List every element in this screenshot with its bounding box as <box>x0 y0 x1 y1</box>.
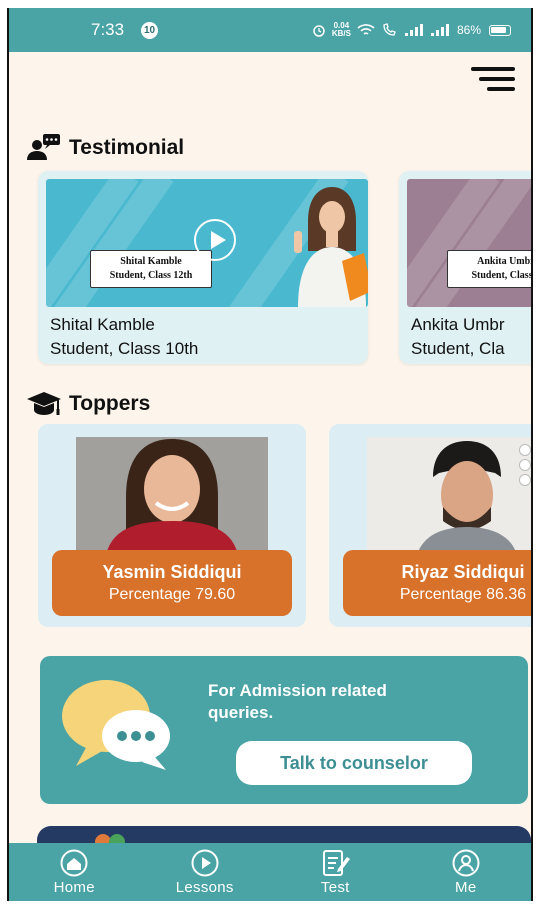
student-name: Shital Kamble <box>50 315 155 334</box>
nav-test[interactable]: Test <box>270 843 401 901</box>
battery-percent: 86% <box>456 23 481 37</box>
menu-icon-line <box>487 87 515 91</box>
video-thumbnail[interactable]: Ankita Umbre Student, Class 11 <box>407 179 533 307</box>
battery-icon <box>489 24 511 36</box>
nav-home[interactable]: Home <box>9 843 140 901</box>
topper-photo <box>76 437 268 555</box>
app-screen: 7:33 10 0.04 KB/S 86% Testimonial Shital… <box>7 8 533 901</box>
testimonial-card[interactable]: Ankita Umbre Student, Class 11 Ankita Um… <box>399 171 533 364</box>
menu-icon-line <box>479 77 515 81</box>
topper-card[interactable]: Yasmin Siddiqui Percentage 79.60 <box>38 424 306 627</box>
counselor-banner: For Admission related queries. Talk to c… <box>40 656 528 804</box>
testimonial-caption: Ankita Umbr Student, Cla <box>411 313 505 361</box>
network-speed-unit: KB/S <box>331 29 351 38</box>
carousel-dot[interactable] <box>519 444 531 456</box>
student-photo <box>294 187 368 307</box>
volte-call-icon <box>383 23 396 36</box>
nav-lessons[interactable]: Lessons <box>140 843 271 901</box>
graduation-cap-icon <box>27 392 61 415</box>
carousel-dot[interactable] <box>519 474 531 486</box>
topper-label: Yasmin Siddiqui Percentage 79.60 <box>52 550 292 616</box>
topper-percentage: Percentage 79.60 <box>108 586 236 603</box>
chat-bubbles-icon <box>62 680 170 770</box>
student-class: Student, Class 10th <box>50 339 199 358</box>
testimonial-caption: Shital Kamble Student, Class 10th <box>50 313 198 361</box>
name-plate: Ankita Umbre Student, Class 11 <box>447 250 533 288</box>
plate-name: Ankita Umbre <box>477 256 533 267</box>
plate-class: Student, Class 12th <box>109 270 193 281</box>
counselor-message: For Admission related queries. <box>208 680 468 724</box>
notification-badge: 10 <box>141 22 158 39</box>
menu-icon-line <box>471 67 515 71</box>
counselor-line-2: queries. <box>208 703 274 722</box>
alarm-icon <box>313 25 325 37</box>
plate-name: Shital Kamble <box>120 256 182 267</box>
carousel-dots <box>519 444 531 489</box>
talk-to-counselor-button[interactable]: Talk to counselor <box>236 741 472 785</box>
topper-name: Riyaz Siddiqui <box>401 562 525 582</box>
wifi-icon <box>357 24 375 35</box>
nav-lessons-label: Lessons <box>175 879 234 896</box>
student-name: Ankita Umbr <box>411 315 505 334</box>
status-bar: 7:33 10 0.04 KB/S 86% <box>9 8 531 52</box>
play-circle-icon <box>191 849 219 877</box>
counselor-line-1: For Admission related <box>208 681 387 700</box>
nav-me-label: Me <box>455 879 477 896</box>
signal-icon-sim2 <box>430 24 449 36</box>
signal-icon-sim1 <box>404 24 423 36</box>
testimonial-title: Testimonial <box>69 136 185 159</box>
name-plate: Shital Kamble Student, Class 12th <box>90 250 212 288</box>
topper-card[interactable]: Riyaz Siddiqui Percentage 86.36 <box>329 424 531 627</box>
nav-me[interactable]: Me <box>401 843 532 901</box>
bottom-navigation: Home Lessons Test Me <box>9 843 531 901</box>
topper-name: Yasmin Siddiqui <box>102 562 242 582</box>
nav-home-label: Home <box>53 879 95 896</box>
toppers-header: Toppers <box>27 390 150 418</box>
carousel-dot[interactable] <box>519 459 531 471</box>
test-edit-icon <box>323 850 351 876</box>
menu-button[interactable] <box>471 65 515 97</box>
testimonial-icon <box>27 134 60 160</box>
nav-test-label: Test <box>320 879 350 896</box>
status-time: 7:33 <box>91 20 125 39</box>
testimonial-card[interactable]: Shital Kamble Student, Class 12th Shital… <box>38 171 368 364</box>
topper-photo <box>367 437 531 555</box>
play-icon[interactable] <box>194 219 236 261</box>
topper-label: Riyaz Siddiqui Percentage 86.36 <box>343 550 531 616</box>
student-class: Student, Cla <box>411 339 505 358</box>
home-icon <box>60 849 88 877</box>
plate-class: Student, Class 11 <box>471 270 533 281</box>
topper-percentage: Percentage 86.36 <box>399 586 527 603</box>
network-speed: 0.04 KB/S <box>332 22 351 38</box>
user-icon <box>452 849 480 877</box>
video-thumbnail[interactable]: Shital Kamble Student, Class 12th <box>46 179 368 307</box>
status-indicators: 0.04 KB/S 86% <box>312 8 511 52</box>
testimonial-header: Testimonial <box>27 134 184 162</box>
toppers-title: Toppers <box>69 392 151 415</box>
